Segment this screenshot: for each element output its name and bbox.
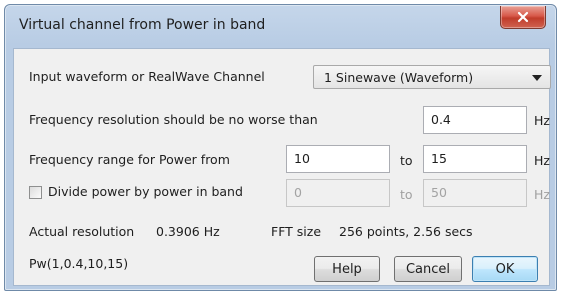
close-button[interactable]: [500, 6, 546, 29]
ok-button[interactable]: OK: [472, 256, 538, 282]
resolution-label: Frequency resolution should be no worse …: [29, 112, 318, 127]
actual-resolution-value: 0.3906 Hz: [156, 224, 220, 239]
cancel-button[interactable]: Cancel: [394, 256, 462, 282]
expression-text: Pw(1,0.4,10,15): [29, 256, 129, 271]
input-waveform-label: Input waveform or RealWave Channel: [29, 69, 265, 84]
input-waveform-value: 1 Sinewave (Waveform): [324, 70, 474, 85]
range-to-input[interactable]: 15: [423, 145, 527, 173]
divide-unit: Hz: [534, 187, 550, 202]
resolution-value: 0.4: [431, 112, 451, 127]
divide-to-label: to: [400, 187, 413, 202]
close-icon: [517, 11, 529, 23]
resolution-unit: Hz: [534, 113, 550, 128]
dialog-body: Input waveform or RealWave Channel 1 Sin…: [13, 48, 551, 286]
divide-to-value: 50: [431, 185, 447, 200]
fft-size-value: 256 points, 2.56 secs: [339, 224, 473, 239]
range-label: Frequency range for Power from: [29, 152, 230, 167]
window-title: Virtual channel from Power in band: [19, 17, 266, 33]
fft-size-label: FFT size: [271, 224, 322, 239]
help-button[interactable]: Help: [314, 256, 380, 282]
range-unit: Hz: [534, 153, 550, 168]
dialog-window: Virtual channel from Power in band Input…: [4, 4, 557, 291]
divide-to-input: 50: [423, 179, 527, 207]
range-from-value: 10: [294, 151, 310, 166]
range-to-value: 15: [431, 151, 447, 166]
divide-from-value: 0: [294, 185, 302, 200]
actual-resolution-label: Actual resolution: [29, 224, 135, 239]
divide-label[interactable]: Divide power by power in band: [48, 184, 243, 200]
range-to-label: to: [400, 153, 413, 168]
range-from-input[interactable]: 10: [286, 145, 390, 173]
input-waveform-select[interactable]: 1 Sinewave (Waveform): [313, 65, 551, 89]
divide-checkbox[interactable]: [29, 186, 42, 199]
title-bar[interactable]: Virtual channel from Power in band: [5, 5, 556, 45]
resolution-input[interactable]: 0.4: [423, 106, 527, 134]
divide-from-input: 0: [286, 179, 390, 207]
chevron-down-icon: [532, 75, 542, 81]
